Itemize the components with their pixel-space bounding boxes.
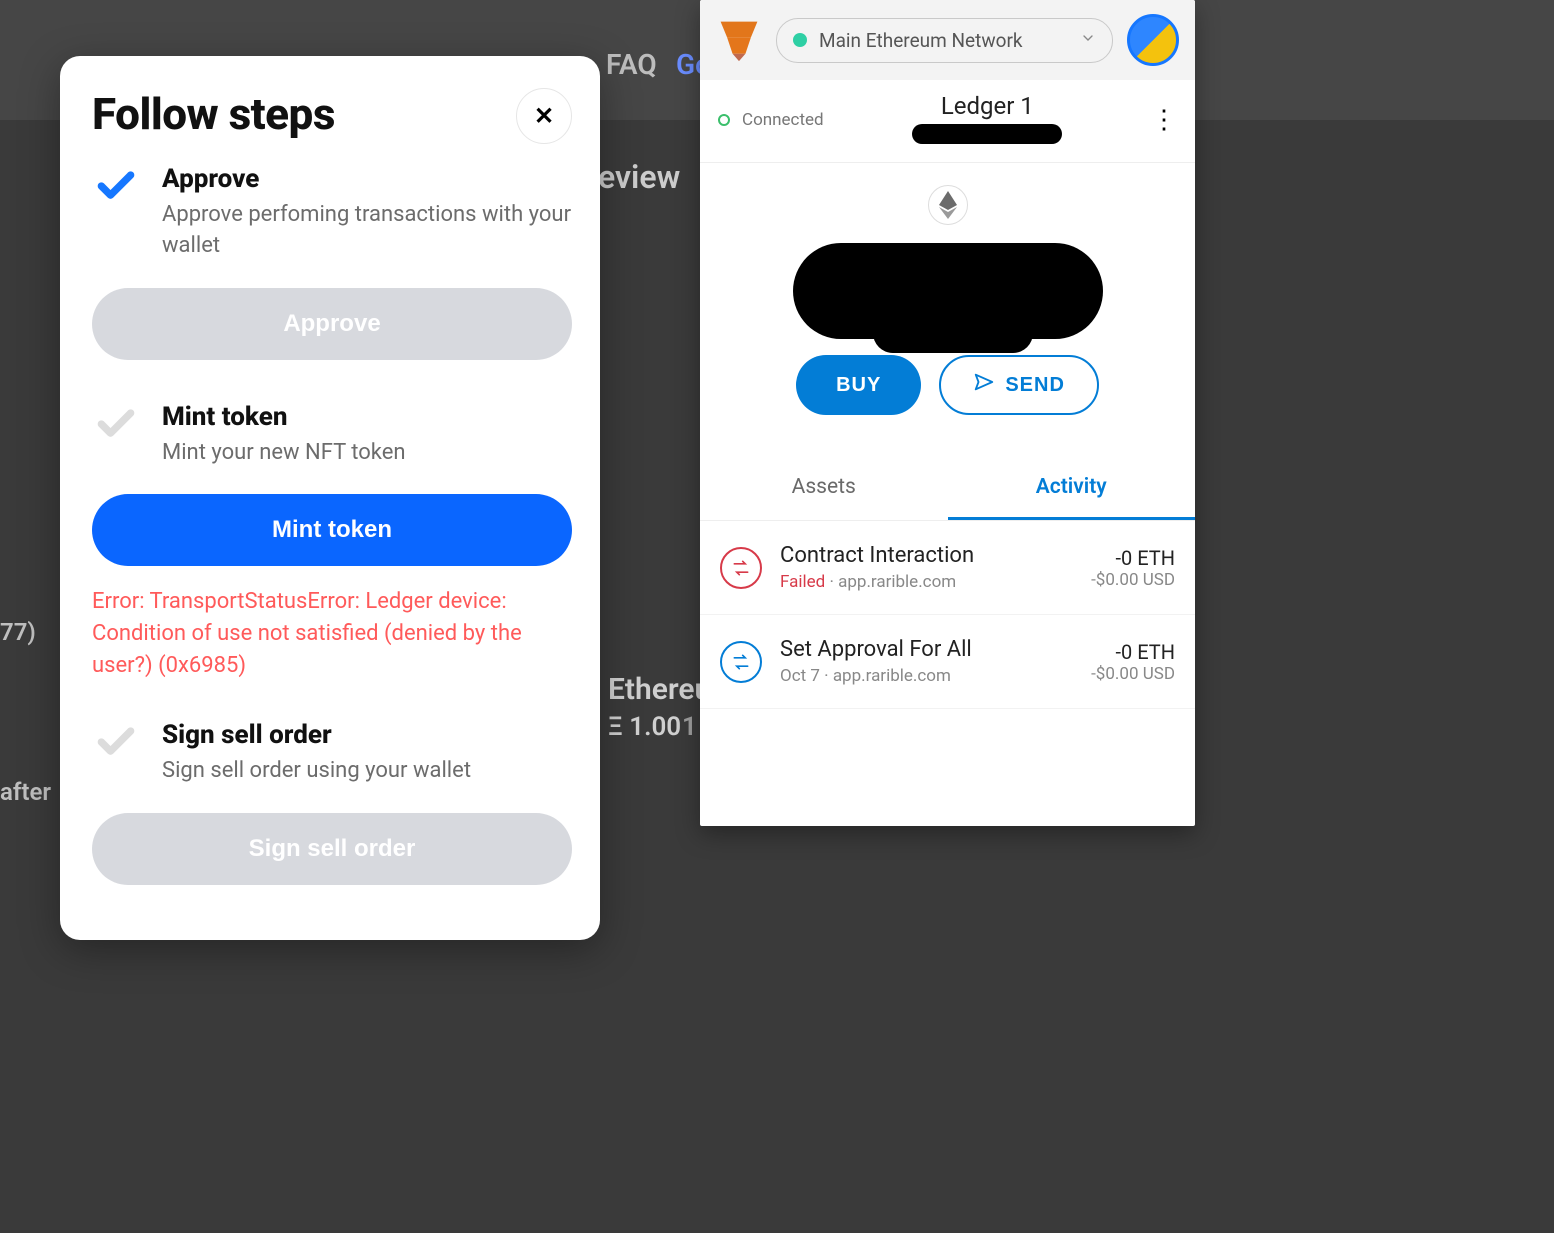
step-sign: Sign sell order Sign sell order using yo… [92, 720, 572, 787]
step-title: Mint token [162, 402, 572, 432]
activity-title: Contract Interaction [780, 543, 1073, 568]
account-info[interactable]: Ledger 1 [836, 92, 1139, 148]
step-title: Sign sell order [162, 720, 572, 750]
activity-amount: -0 ETH [1091, 640, 1175, 664]
step-desc: Sign sell order using your wallet [162, 756, 572, 787]
step-desc: Mint your new NFT token [162, 438, 572, 469]
step-desc: Approve perfoming transactions with your… [162, 200, 572, 262]
metamask-popup: Main Ethereum Network Connected Ledger 1… [700, 0, 1195, 826]
mm-tabs: Assets Activity [700, 457, 1195, 521]
activity-title: Set Approval For All [780, 637, 1073, 662]
mm-header: Main Ethereum Network [700, 0, 1195, 80]
step-mint: Mint token Mint your new NFT token [92, 402, 572, 469]
swap-icon [720, 547, 762, 589]
send-icon [973, 371, 995, 399]
activity-item[interactable]: Contract Interaction Failed · app.raribl… [700, 521, 1195, 615]
swap-icon [720, 641, 762, 683]
close-icon: ✕ [534, 102, 554, 131]
bg-after: after [0, 778, 51, 806]
account-menu-button[interactable]: ⋮ [1151, 107, 1177, 133]
activity-sub: Oct 7 · app.rarible.com [780, 666, 1073, 686]
connected-label: Connected [742, 110, 824, 130]
bg-review: eview [598, 158, 680, 196]
account-address-redacted [912, 124, 1062, 144]
bg-one: 1 [682, 712, 697, 742]
network-name: Main Ethereum Network [819, 29, 1068, 52]
mint-button[interactable]: Mint token [92, 494, 572, 566]
network-selector[interactable]: Main Ethereum Network [776, 18, 1113, 63]
activity-item[interactable]: Set Approval For All Oct 7 · app.rarible… [700, 615, 1195, 709]
mm-account-row: Connected Ledger 1 ⋮ [700, 80, 1195, 163]
check-icon [92, 164, 140, 262]
metamask-logo-icon [716, 17, 762, 63]
modal-scroll[interactable]: Follow steps ✕ Approve Approve perfoming… [60, 56, 600, 940]
tab-assets[interactable]: Assets [700, 457, 948, 520]
step-approve: Approve Approve perfoming transactions w… [92, 164, 572, 262]
close-button[interactable]: ✕ [516, 88, 572, 144]
check-icon [92, 720, 140, 787]
tab-activity[interactable]: Activity [948, 457, 1196, 520]
sign-button[interactable]: Sign sell order [92, 813, 572, 885]
send-button[interactable]: SEND [939, 355, 1099, 415]
activity-usd: -$0.00 USD [1091, 664, 1175, 684]
network-status-icon [793, 33, 807, 47]
send-label: SEND [1005, 374, 1065, 397]
account-name: Ledger 1 [836, 92, 1139, 120]
follow-steps-modal: Follow steps ✕ Approve Approve perfoming… [60, 56, 600, 940]
bg-ethereu: Ethereu [608, 672, 711, 707]
mint-error: Error: TransportStatusError: Ledger devi… [92, 586, 572, 682]
bg-faq: FAQ [606, 48, 657, 81]
activity-list[interactable]: Contract Interaction Failed · app.raribl… [700, 521, 1195, 826]
bg-77: 77) [0, 618, 36, 646]
balance-area: BUY SEND [700, 163, 1195, 433]
balance-redacted [793, 243, 1103, 339]
connected-status-icon [718, 114, 730, 126]
step-title: Approve [162, 164, 572, 194]
activity-usd: -$0.00 USD [1091, 570, 1175, 590]
check-icon [92, 402, 140, 469]
approve-button[interactable]: Approve [92, 288, 572, 360]
chevron-down-icon [1080, 30, 1096, 50]
activity-sub: Failed · app.rarible.com [780, 572, 1073, 592]
buy-button[interactable]: BUY [796, 355, 921, 415]
eth-icon [928, 185, 968, 225]
bg-price: Ξ 1.00 [608, 712, 681, 742]
activity-amount: -0 ETH [1091, 546, 1175, 570]
modal-title: Follow steps [92, 88, 335, 140]
account-avatar[interactable] [1127, 14, 1179, 66]
